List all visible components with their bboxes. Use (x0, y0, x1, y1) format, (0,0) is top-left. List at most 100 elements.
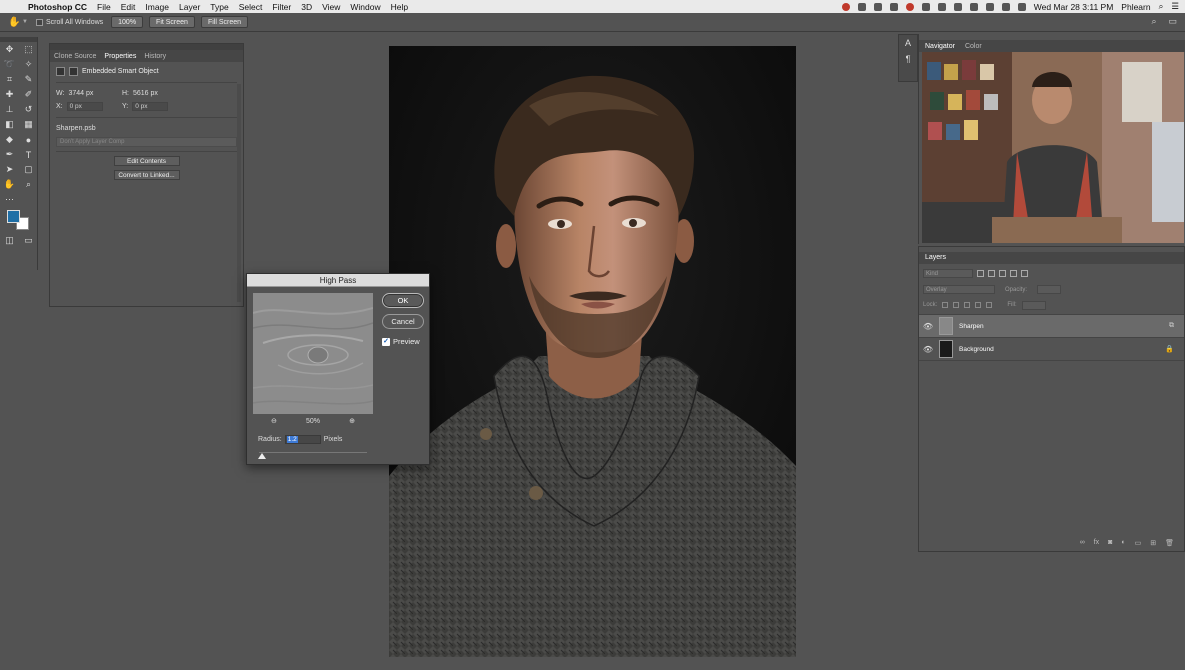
radius-slider-track[interactable] (259, 452, 367, 453)
search-icon[interactable]: ⌕ (1151, 16, 1156, 27)
radius-input[interactable]: 1.2 (284, 435, 321, 444)
menu-3d[interactable]: 3D (301, 2, 312, 12)
blur-tool-icon[interactable]: ◆ (0, 132, 19, 147)
chevron-down-icon[interactable]: ▼ (22, 19, 28, 25)
radius-value[interactable]: 1.2 (286, 436, 298, 443)
layer-row-sharpen[interactable]: 👁 Sharpen ⧉ (919, 315, 1184, 338)
tab-navigator[interactable]: Navigator (925, 43, 955, 50)
path-selection-tool-icon[interactable]: ➤ (0, 162, 19, 177)
brush-tool-icon[interactable]: ✐ (19, 87, 38, 102)
magic-wand-tool-icon[interactable]: ✧ (19, 57, 38, 72)
menu-edit[interactable]: Edit (121, 2, 136, 12)
user-name[interactable]: Phlearn (1121, 2, 1150, 12)
menu-select[interactable]: Select (239, 2, 263, 12)
status-icon[interactable] (921, 2, 930, 11)
smart-filter-icon[interactable]: ⧉ (1169, 322, 1174, 330)
healing-brush-tool-icon[interactable]: ✚ (0, 87, 19, 102)
history-brush-tool-icon[interactable]: ↺ (19, 102, 38, 117)
menu-image[interactable]: Image (145, 2, 169, 12)
opacity-input[interactable] (1037, 285, 1062, 294)
status-icon[interactable] (857, 2, 866, 11)
layer-comp-select[interactable]: Don't Apply Layer Comp (56, 137, 237, 147)
new-group-icon[interactable]: ▭ (1135, 539, 1142, 547)
document-canvas[interactable] (389, 46, 796, 657)
display-icon[interactable] (985, 2, 994, 11)
menu-type[interactable]: Type (210, 2, 228, 12)
status-icon[interactable] (841, 2, 850, 11)
radius-slider-thumb[interactable] (258, 453, 266, 459)
fill-input[interactable] (1021, 300, 1046, 310)
menu-help[interactable]: Help (391, 2, 408, 12)
cancel-button[interactable]: Cancel (382, 314, 424, 329)
filter-preview[interactable] (253, 293, 373, 414)
zoom-out-icon[interactable]: ⊖ (271, 417, 277, 425)
dodge-tool-icon[interactable]: ● (19, 132, 38, 147)
adjustment-layer-icon[interactable]: ◐ (1121, 539, 1125, 547)
fill-screen-button[interactable]: Fill Screen (200, 16, 249, 28)
menu-file[interactable]: File (97, 2, 111, 12)
clone-stamp-tool-icon[interactable]: ⊥ (0, 102, 19, 117)
lock-all-icon[interactable] (986, 302, 993, 308)
shape-tool-icon[interactable]: ▢ (19, 162, 38, 177)
clock-icon[interactable] (889, 2, 898, 11)
status-icon[interactable] (905, 2, 914, 11)
status-icon[interactable] (873, 2, 882, 11)
link-layers-icon[interactable]: ∞ (1080, 539, 1085, 547)
quick-mask-icon[interactable]: ◫ (0, 233, 19, 248)
ok-button[interactable]: OK (382, 293, 424, 308)
lock-position-icon[interactable] (964, 302, 971, 308)
menu-view[interactable]: View (322, 2, 340, 12)
type-filter-icon[interactable] (999, 270, 1006, 277)
more-tools-icon[interactable]: ⋯ (0, 192, 19, 207)
lock-pixels-icon[interactable] (953, 302, 960, 308)
convert-to-linked-button[interactable]: Convert to Linked... (113, 170, 180, 180)
tab-history[interactable]: History (144, 53, 166, 60)
zoom-in-icon[interactable]: ⊕ (349, 417, 355, 425)
lock-transparent-icon[interactable] (942, 302, 949, 308)
new-layer-icon[interactable]: ⊞ (1150, 539, 1156, 547)
layer-mask-icon[interactable]: ◙ (1108, 539, 1112, 547)
screen-mode-icon[interactable]: ▭ (19, 233, 38, 248)
eye-icon[interactable]: 👁 (919, 322, 937, 331)
character-panel-icon[interactable]: A (899, 35, 917, 51)
workspace-icon[interactable]: ▭ (1168, 16, 1177, 27)
lasso-tool-icon[interactable]: ➰ (0, 57, 19, 72)
adjustment-filter-icon[interactable] (988, 270, 995, 277)
volume-icon[interactable] (1017, 2, 1026, 11)
eye-icon[interactable]: 👁 (919, 345, 937, 354)
tab-clone-source[interactable]: Clone Source (54, 53, 96, 60)
menu-layer[interactable]: Layer (179, 2, 200, 12)
wifi-icon[interactable] (969, 2, 978, 11)
type-tool-icon[interactable]: T (19, 147, 38, 162)
paragraph-panel-icon[interactable]: ¶ (899, 51, 917, 67)
marquee-tool-icon[interactable]: ⬚ (19, 42, 38, 57)
app-menu[interactable]: Photoshop CC (28, 2, 87, 12)
hand-tool-icon[interactable]: ✋ (0, 177, 19, 192)
x-input[interactable]: 0 px (66, 102, 103, 111)
layer-name[interactable]: Sharpen (959, 323, 984, 330)
blend-mode-select[interactable]: Overlay (923, 285, 995, 294)
time-machine-icon[interactable] (937, 2, 946, 11)
notification-center-icon[interactable]: ☰ (1171, 1, 1179, 12)
checkmark-icon[interactable]: ✓ (382, 337, 390, 346)
preview-checkbox[interactable]: ✓ Preview (382, 337, 420, 346)
eyedropper-tool-icon[interactable]: ✎ (19, 72, 38, 87)
eject-icon[interactable] (1001, 2, 1010, 11)
menu-window[interactable]: Window (350, 2, 380, 12)
eraser-tool-icon[interactable]: ◧ (0, 117, 19, 132)
dialog-title[interactable]: High Pass (247, 274, 429, 287)
lock-icon[interactable]: 🔒 (1165, 345, 1174, 353)
shape-filter-icon[interactable] (1010, 270, 1017, 277)
bluetooth-icon[interactable] (953, 2, 962, 11)
pixel-filter-icon[interactable] (977, 270, 984, 277)
fit-screen-button[interactable]: Fit Screen (149, 16, 195, 28)
foreground-color-swatch[interactable] (7, 210, 20, 223)
layer-style-icon[interactable]: fx (1094, 539, 1099, 547)
height-value[interactable]: 5616 px (133, 90, 158, 97)
scrollbar[interactable] (237, 84, 241, 302)
trash-icon[interactable]: 🗑 (1165, 539, 1174, 547)
crop-tool-icon[interactable]: ⌗ (0, 72, 19, 87)
kind-filter-select[interactable]: Kind (923, 269, 973, 278)
layer-name[interactable]: Background (959, 346, 994, 353)
move-tool-icon[interactable]: ✥ (0, 42, 19, 57)
